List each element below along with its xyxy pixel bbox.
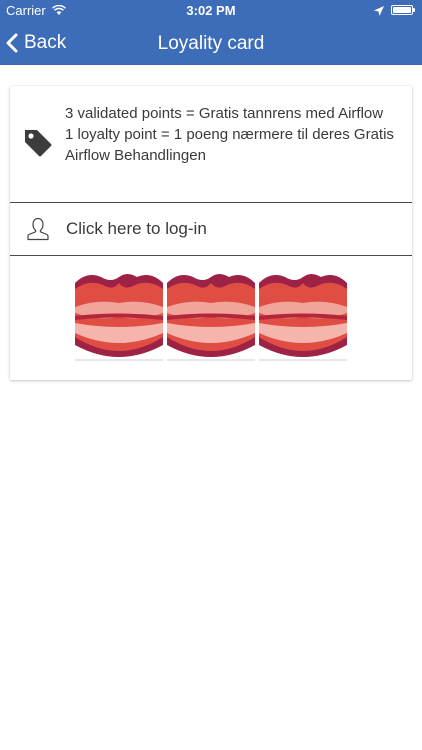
loyalty-card: 3 validated points = Gratis tannrens med… [10,86,412,380]
page-title: Loyality card [157,33,265,54]
top-bar: Carrier 3:02 PM Back Loyality card [0,0,422,65]
login-button[interactable]: Click here to log-in [10,203,412,255]
user-icon [27,217,49,246]
battery-icon [391,5,415,15]
lips-stamp-icon [75,274,163,361]
login-label: Click here to log-in [66,219,207,238]
lips-stamp-icon [167,274,255,361]
info-text: 3 validated points = Gratis tannrens med… [65,103,400,166]
status-bar: Carrier 3:02 PM [0,0,422,22]
info-line-validated: 3 validated points = Gratis tannrens med… [65,105,384,122]
info-line-loyalty: 1 loyalty point = 1 poeng nærmere til de… [65,126,394,164]
tag-icon [23,128,53,163]
divider [10,255,412,256]
location-arrow-icon [374,4,384,19]
loyalty-info: 3 validated points = Gratis tannrens med… [10,86,412,202]
navigation-bar: Back Loyality card [0,22,422,65]
lips-stamp-icon [259,274,347,361]
stamp-row [75,271,350,361]
status-time: 3:02 PM [186,3,236,18]
